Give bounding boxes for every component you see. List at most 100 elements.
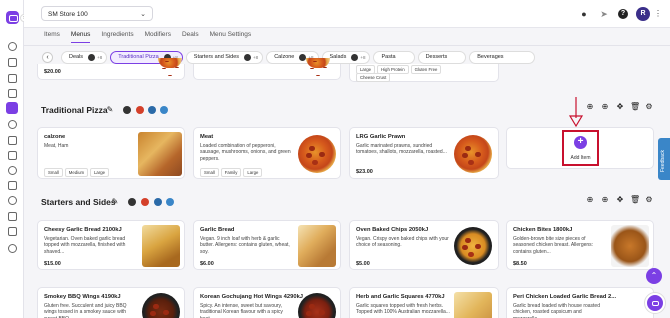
menu-item-card[interactable]: Korean Gochujang Hot Wings 4290kJ Spicy.… xyxy=(193,287,341,318)
add-circle-icon[interactable]: ⊕ xyxy=(586,103,594,111)
settings-gear-icon[interactable]: ⚙ xyxy=(645,103,653,111)
more-options-icon[interactable]: ⋮ xyxy=(654,9,662,18)
menu-item-card[interactable] xyxy=(193,58,341,80)
size-tag: Large xyxy=(243,168,263,177)
add-item-highlight[interactable]: + Add Item xyxy=(562,130,599,166)
tab-deals[interactable]: Deals xyxy=(182,31,199,43)
reports-icon[interactable] xyxy=(8,89,17,98)
category-chip-pasta[interactable]: Pasta xyxy=(373,50,415,64)
add-circle-icon[interactable]: ⊕ xyxy=(586,196,594,204)
edit-pencil-icon[interactable]: ✎ xyxy=(106,106,114,114)
category-chip-deals[interactable]: Deals +8 xyxy=(61,50,108,64)
channel-icon xyxy=(148,106,156,114)
orders-icon[interactable] xyxy=(8,74,17,83)
menu-item-card[interactable]: Cheesy Garlic Bread 2100kJ Vegetarian. O… xyxy=(37,220,185,270)
add-circle-icon[interactable]: ⊕ xyxy=(601,103,609,111)
tab-menus[interactable]: Menus xyxy=(70,31,91,43)
menu-item-card[interactable]: Herb and Garlic Squares 4770kJ Garlic sq… xyxy=(349,287,499,318)
tab-menu-settings[interactable]: Menu Settings xyxy=(210,31,252,43)
chip-label: Salads xyxy=(329,54,347,60)
item-image xyxy=(298,135,336,173)
menu-item-card[interactable]: Chicken Bites 1800kJ Golden-brown bite s… xyxy=(506,220,654,270)
search-icon[interactable] xyxy=(8,42,17,51)
category-chip-starters-and-sides[interactable]: Starters and Sides +8 xyxy=(185,50,264,64)
item-title: Korean Gochujang Hot Wings 4290kJ xyxy=(200,294,304,300)
move-icon[interactable]: ✥ xyxy=(616,196,624,204)
section-title: Traditional Pizza xyxy=(41,105,108,115)
item-price: $20.00 xyxy=(44,69,61,75)
menu-item-card[interactable]: LRG Garlic Prawn Garlic marinated prawns… xyxy=(349,127,499,179)
store-selector[interactable]: SM Store 100 ⌄ xyxy=(41,6,153,21)
menu-item-card[interactable]: Smokey BBQ Wings 4190kJ Gluten free. Suc… xyxy=(37,287,185,318)
menu-item-card[interactable]: Garlic Bread Vegan. 9 inch loaf with her… xyxy=(193,220,341,270)
size-tag: Large xyxy=(90,168,110,177)
menu-item-card[interactable]: Large High Protein Gluten Free Cheese Cr… xyxy=(349,64,499,82)
help-icon[interactable]: ? xyxy=(618,9,628,19)
info-icon[interactable] xyxy=(8,244,17,253)
chip-count: +8 xyxy=(360,54,366,60)
chip-count: +8 xyxy=(253,54,259,60)
item-title: Oven Baked Chips 2050kJ xyxy=(356,227,429,233)
item-description: Loaded combination of pepperoni, sausage… xyxy=(200,143,291,162)
menu-icon[interactable] xyxy=(6,102,18,114)
edit-pencil-icon[interactable]: ✎ xyxy=(111,198,119,206)
add-item-card[interactable]: + Add Item xyxy=(506,127,654,169)
chat-icon xyxy=(652,301,659,306)
item-image xyxy=(454,227,492,265)
item-price: $15.00 xyxy=(44,261,61,267)
category-chip-beverages[interactable]: Beverages xyxy=(469,50,535,64)
marketing-icon[interactable] xyxy=(8,151,17,160)
item-image xyxy=(611,225,649,267)
item-description: Garlic squares topped with fresh herbs. … xyxy=(356,303,450,316)
move-icon[interactable]: ✥ xyxy=(616,103,624,111)
tab-items[interactable]: Items xyxy=(44,31,60,43)
item-price: $6.00 xyxy=(200,261,214,267)
app-logo-icon[interactable] xyxy=(6,11,19,24)
item-description: Vegan. Crispy oven baked chips with your… xyxy=(356,236,449,249)
link-icon[interactable] xyxy=(8,212,17,221)
item-image xyxy=(298,293,336,318)
item-title: LRG Garlic Prawn xyxy=(356,134,406,140)
scroll-left-icon[interactable]: ‹ xyxy=(42,51,53,63)
menu-item-card[interactable]: $20.00 xyxy=(37,58,185,80)
rocket-icon[interactable]: ➤ xyxy=(599,9,609,19)
chat-button[interactable] xyxy=(645,293,665,313)
chip-label: Desserts xyxy=(425,54,448,60)
chip-label: Pasta xyxy=(381,54,396,60)
promotions-icon[interactable] xyxy=(8,120,17,129)
category-chip-desserts[interactable]: Desserts xyxy=(417,50,467,64)
store-icon[interactable] xyxy=(8,58,17,67)
menu-item-card[interactable]: Meat Loaded combination of pepperoni, sa… xyxy=(193,127,341,179)
delete-icon[interactable]: 🗑 xyxy=(630,196,640,204)
bell-icon[interactable]: ● xyxy=(579,9,589,19)
delete-icon[interactable]: 🗑 xyxy=(630,103,640,111)
chip-label: Deals xyxy=(69,54,84,60)
item-title: Chicken Bites 1800kJ xyxy=(513,227,573,233)
item-title: calzone xyxy=(44,134,66,140)
item-image xyxy=(158,58,182,68)
chip-label: Beverages xyxy=(477,54,504,60)
menu-item-card[interactable]: Peri Chicken Loaded Garlic Bread 2... Ga… xyxy=(506,287,654,318)
item-description: Golden-brown bite size pieces of seasone… xyxy=(513,236,594,255)
feedback-tab[interactable]: Feedback xyxy=(658,138,670,180)
customers-icon[interactable] xyxy=(8,136,17,145)
avatar[interactable]: R xyxy=(636,7,650,21)
tab-modifiers[interactable]: Modifiers xyxy=(145,31,171,43)
item-image xyxy=(142,293,180,318)
add-circle-icon[interactable]: ⊕ xyxy=(601,196,609,204)
settings-icon[interactable] xyxy=(8,227,17,236)
tab-ingredients[interactable]: Ingredients xyxy=(101,31,133,43)
annotation-arrow-icon xyxy=(568,97,584,128)
delivery-icon[interactable] xyxy=(8,166,17,175)
staff-icon[interactable] xyxy=(8,181,17,190)
top-bar: SM Store 100 ⌄ ● ➤ ? R ⋮ xyxy=(24,0,670,28)
item-image xyxy=(454,135,492,173)
integrations-icon[interactable] xyxy=(8,196,17,205)
item-image xyxy=(138,132,182,176)
menu-item-card[interactable]: calzone Meat, Ham Small Medium Large xyxy=(37,127,185,179)
menu-item-card[interactable]: Oven Baked Chips 2050kJ Vegan. Crispy ov… xyxy=(349,220,499,270)
settings-gear-icon[interactable]: ⚙ xyxy=(645,196,653,204)
add-plus-icon[interactable]: + xyxy=(574,136,587,149)
item-title: Herb and Garlic Squares 4770kJ xyxy=(356,294,445,300)
scroll-top-button[interactable]: ⌃ xyxy=(646,268,662,284)
